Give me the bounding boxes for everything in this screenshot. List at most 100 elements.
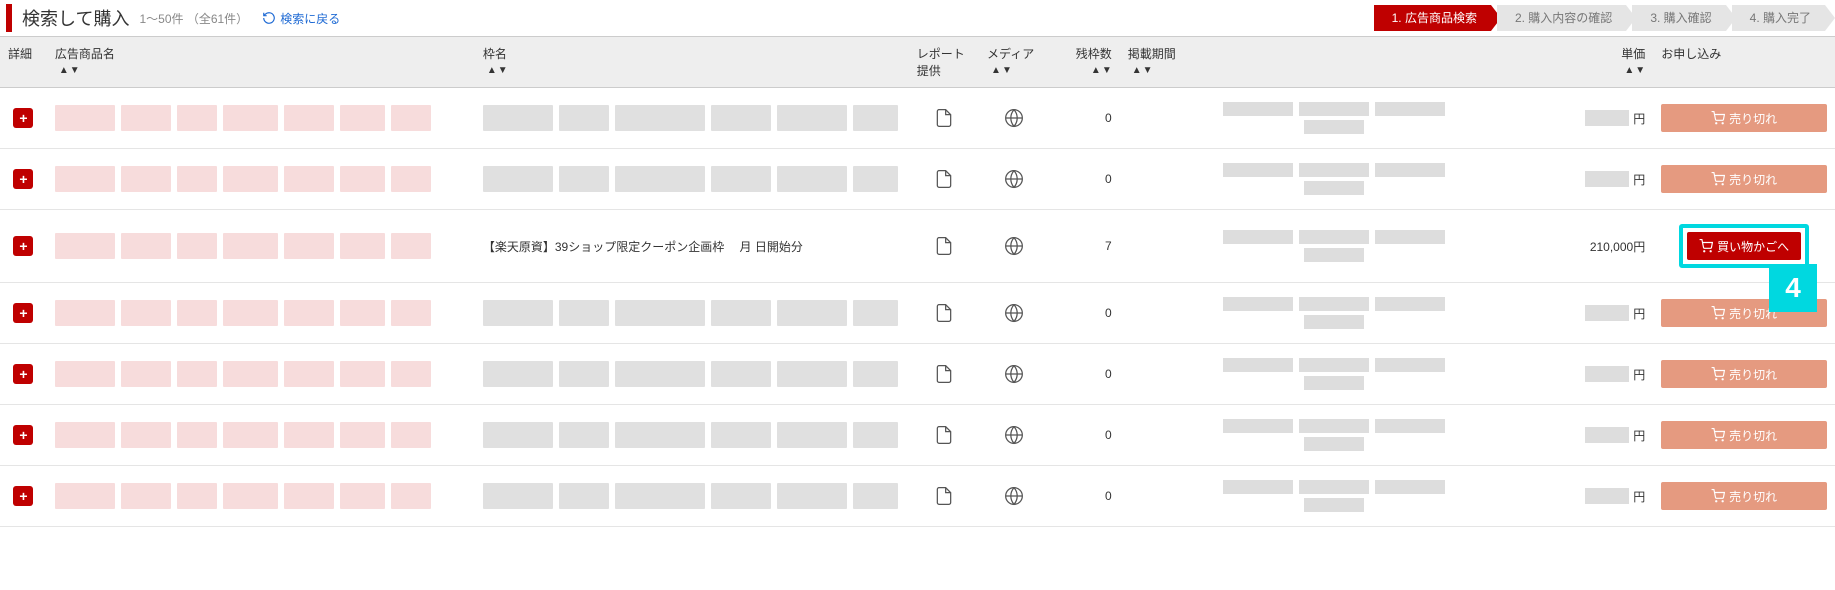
expand-button[interactable]: +: [13, 236, 33, 256]
globe-icon: [1004, 425, 1024, 445]
blurred-price: 円: [1556, 427, 1646, 444]
sold-out-button: 売り切れ: [1661, 482, 1827, 510]
cart-icon: [1711, 367, 1725, 381]
sort-icon[interactable]: ▲▼: [1132, 67, 1153, 75]
globe-icon: [1004, 303, 1024, 323]
table-row: +0 円売り切れ: [0, 88, 1835, 149]
blurred-slot: [483, 300, 901, 326]
document-icon: [934, 302, 954, 324]
col-remain[interactable]: 残枠数▲▼: [1049, 37, 1119, 88]
back-to-search-link[interactable]: 検索に戻る: [262, 10, 340, 27]
step-1: 1. 広告商品検索: [1374, 5, 1491, 31]
globe-icon: [1004, 236, 1024, 256]
col-expand: 詳細: [0, 37, 47, 88]
remain-value: 0: [1105, 367, 1112, 381]
sort-icon[interactable]: ▲▼: [1624, 67, 1645, 75]
blurred-name: [55, 300, 467, 326]
results-table: 詳細 広告商品名▲▼ 枠名▲▼ レポート提供 メディア▲▼ 残枠数▲▼ 掲載期間…: [0, 36, 1835, 527]
blurred-period: [1128, 163, 1540, 195]
document-icon: [934, 363, 954, 385]
document-icon: [934, 424, 954, 446]
remain-value: 0: [1105, 111, 1112, 125]
add-to-cart-button[interactable]: 買い物かごへ: [1687, 232, 1801, 260]
sort-icon[interactable]: ▲▼: [59, 67, 80, 75]
cart-icon: [1711, 306, 1725, 320]
step-3: 3. 購入確認: [1632, 5, 1725, 31]
sold-out-button: 売り切れ: [1661, 360, 1827, 388]
step-2: 2. 購入内容の確認: [1497, 5, 1626, 31]
sold-out-button: 売り切れ: [1661, 104, 1827, 132]
table-row: +0 円売り切れ: [0, 466, 1835, 527]
step-indicator: 1. 広告商品検索 2. 購入内容の確認 3. 購入確認 4. 購入完了: [1374, 5, 1825, 31]
sort-icon[interactable]: ▲▼: [487, 67, 508, 75]
price-value: 210,000円: [1556, 238, 1646, 255]
blurred-period: [1128, 102, 1540, 134]
table-row: +0円売り切れ: [0, 149, 1835, 210]
col-period[interactable]: 掲載期間▲▼: [1120, 37, 1548, 88]
header-bar: 検索して購入 1～50件 （全61件） 検索に戻る 1. 広告商品検索 2. 購…: [0, 0, 1835, 36]
blurred-name: [55, 483, 467, 509]
remain-value: 0: [1105, 428, 1112, 442]
col-apply: お申し込み: [1653, 37, 1835, 88]
blurred-period: [1128, 480, 1540, 512]
col-report: レポート提供: [909, 37, 979, 88]
blurred-slot: [483, 105, 901, 131]
blurred-slot: [483, 361, 901, 387]
col-price[interactable]: 単価▲▼: [1548, 37, 1654, 88]
blurred-period: [1128, 419, 1540, 451]
cart-icon: [1711, 172, 1725, 186]
highlight-box: 買い物かごへ: [1679, 224, 1809, 268]
back-label: 検索に戻る: [280, 10, 340, 27]
remain-value: 0: [1105, 306, 1112, 320]
expand-button[interactable]: +: [13, 303, 33, 323]
blurred-name: [55, 422, 467, 448]
cart-icon: [1699, 239, 1713, 253]
blurred-name: [55, 233, 467, 259]
accent-bar: [6, 4, 12, 32]
blurred-slot: [483, 483, 901, 509]
cart-icon: [1711, 489, 1725, 503]
cart-icon: [1711, 428, 1725, 442]
document-icon: [934, 168, 954, 190]
globe-icon: [1004, 364, 1024, 384]
result-count: 1～50件 （全61件）: [139, 10, 248, 27]
blurred-name: [55, 105, 467, 131]
blurred-price: 円: [1556, 366, 1646, 383]
sort-icon[interactable]: ▲▼: [991, 67, 1012, 75]
blurred-name: [55, 361, 467, 387]
col-name[interactable]: 広告商品名▲▼: [47, 37, 475, 88]
undo-icon: [262, 11, 276, 25]
remain-value: 0: [1105, 489, 1112, 503]
table-row: + 【楽天原資】39ショップ限定クーポン企画枠 月 日開始分 7 210,000円 買い…: [0, 210, 1835, 283]
page-title: 検索して購入: [22, 5, 129, 31]
globe-icon: [1004, 169, 1024, 189]
document-icon: [934, 485, 954, 507]
blurred-period: [1128, 297, 1540, 329]
slot-text: 【楽天原資】39ショップ限定クーポン企画枠 月 日開始分: [483, 240, 803, 254]
blurred-price: 円: [1556, 110, 1646, 127]
sort-icon[interactable]: ▲▼: [1091, 67, 1112, 75]
document-icon: [934, 107, 954, 129]
remain-value: 0: [1105, 172, 1112, 186]
table-row: +0円売り切れ: [0, 283, 1835, 344]
col-slot[interactable]: 枠名▲▼: [475, 37, 909, 88]
table-row: +0 円売り切れ: [0, 405, 1835, 466]
blurred-period: [1128, 358, 1540, 390]
expand-button[interactable]: +: [13, 364, 33, 384]
expand-button[interactable]: +: [13, 486, 33, 506]
remain-value: 7: [1105, 239, 1112, 253]
blurred-slot: [483, 422, 901, 448]
col-media[interactable]: メディア▲▼: [979, 37, 1049, 88]
sold-out-button: 売り切れ: [1661, 165, 1827, 193]
blurred-price: 円: [1556, 488, 1646, 505]
blurred-name: [55, 166, 467, 192]
blurred-period: [1128, 230, 1540, 262]
expand-button[interactable]: +: [13, 169, 33, 189]
globe-icon: [1004, 108, 1024, 128]
expand-button[interactable]: +: [13, 108, 33, 128]
sold-out-button: 売り切れ: [1661, 421, 1827, 449]
blurred-slot: [483, 166, 901, 192]
table-row: +0 円売り切れ: [0, 344, 1835, 405]
expand-button[interactable]: +: [13, 425, 33, 445]
step-4: 4. 購入完了: [1732, 5, 1825, 31]
